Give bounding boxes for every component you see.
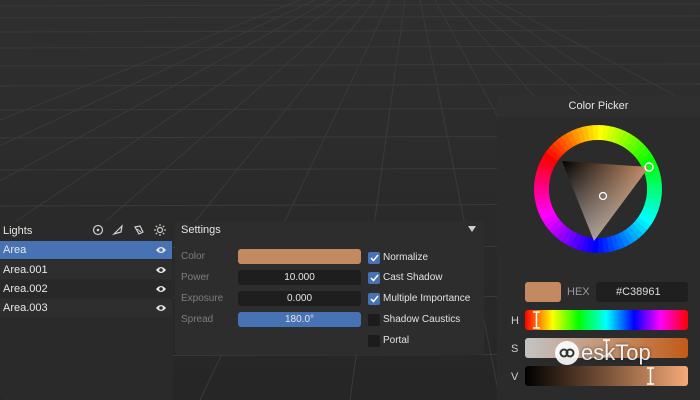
hue-wheel[interactable] <box>532 123 664 255</box>
lights-header: Lights <box>0 221 173 241</box>
s-label: S <box>511 343 519 355</box>
checkbox-box <box>368 334 380 347</box>
slider-handle-icon[interactable] <box>532 311 540 329</box>
lights-panel: Lights Area Area.001 Area.002 Area.003 <box>0 221 173 400</box>
exposure-label: Exposure <box>181 293 224 304</box>
watermark-text: eskTop <box>581 340 651 365</box>
watermark: eskTop <box>555 339 700 367</box>
checkmark-icon <box>368 251 380 264</box>
multiple-importance-checkbox[interactable]: Multiple Importance <box>368 292 470 305</box>
color-picker-title-bar: Color Picker <box>497 95 700 117</box>
leaf-icon[interactable] <box>111 223 125 237</box>
eye-icon[interactable] <box>155 303 167 313</box>
color-label: Color <box>181 251 205 262</box>
light-item-label: Area.002 <box>3 283 48 295</box>
settings-panel: Settings Color Power 10.000 Exposure 0.0… <box>175 221 484 355</box>
spread-label: Spread <box>181 314 214 325</box>
lights-title: Lights <box>3 225 33 237</box>
settings-title: Settings <box>181 224 221 236</box>
check-label: Normalize <box>383 252 429 263</box>
value-slider[interactable] <box>525 366 688 386</box>
shadow-caustics-checkbox[interactable]: Shadow Caustics <box>368 313 460 326</box>
light-item-area[interactable]: Area <box>0 241 172 259</box>
hex-label: HEX <box>567 286 590 298</box>
light-item-label: Area.001 <box>3 264 48 276</box>
hue-slider[interactable] <box>525 310 688 330</box>
color-swatch[interactable] <box>525 282 561 302</box>
collapse-triangle-icon[interactable] <box>468 226 476 232</box>
normalize-checkbox[interactable]: Normalize <box>368 251 428 264</box>
check-label: Cast Shadow <box>383 272 443 283</box>
check-label: Multiple Importance <box>383 293 471 304</box>
eye-icon[interactable] <box>155 245 167 255</box>
light-item-label: Area <box>3 244 27 256</box>
power-label: Power <box>181 272 210 283</box>
spread-field[interactable]: 180.0° <box>238 312 361 327</box>
light-item-area-001[interactable]: Area.001 <box>0 261 172 279</box>
eye-icon[interactable] <box>155 265 167 275</box>
check-label: Portal <box>383 335 410 346</box>
check-label: Shadow Caustics <box>383 314 461 325</box>
checkmark-icon <box>368 292 380 305</box>
checkmark-icon <box>368 271 380 284</box>
target-icon[interactable] <box>91 223 105 237</box>
brush-icon[interactable] <box>132 223 146 237</box>
watermark-logo-icon <box>555 341 579 365</box>
eye-icon[interactable] <box>155 284 167 294</box>
checkbox-box <box>368 313 380 326</box>
h-label: H <box>511 315 519 327</box>
hex-input[interactable]: #C38961 <box>596 282 688 302</box>
exposure-field[interactable]: 0.000 <box>238 291 361 306</box>
color-field[interactable] <box>238 249 361 264</box>
light-item-area-003[interactable]: Area.003 <box>0 299 172 317</box>
v-label: V <box>511 371 519 383</box>
portal-checkbox[interactable]: Portal <box>368 334 409 347</box>
color-picker-title: Color Picker <box>568 100 629 112</box>
cast-shadow-checkbox[interactable]: Cast Shadow <box>368 271 442 284</box>
slider-handle-icon[interactable] <box>647 367 654 385</box>
sun-icon[interactable] <box>153 223 167 237</box>
light-item-label: Area.003 <box>3 302 48 314</box>
power-field[interactable]: 10.000 <box>238 270 361 285</box>
light-item-area-002[interactable]: Area.002 <box>0 280 172 298</box>
